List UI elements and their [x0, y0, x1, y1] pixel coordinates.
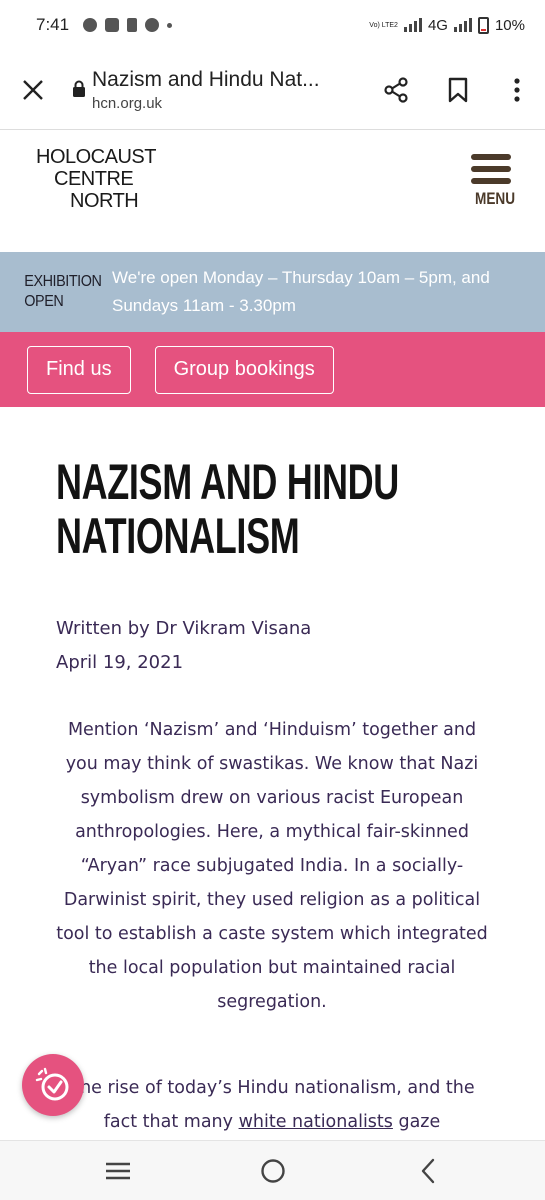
exhibition-label: EXHIBITION: [24, 273, 102, 290]
site-header: HOLOCAUST CENTRE NORTH MENU: [0, 130, 545, 252]
status-bar: 7:41 Vo) LTE2 4G 10%: [0, 0, 545, 50]
exhibition-status: EXHIBITION OPEN: [0, 272, 102, 312]
share-button[interactable]: [365, 50, 427, 130]
whatsapp-icon: [83, 18, 98, 32]
message-icon: [105, 18, 120, 32]
article-byline: Written by Dr Vikram Visana April 19, 20…: [56, 612, 311, 680]
close-tab-button[interactable]: [0, 50, 66, 130]
notification-icons: [83, 18, 173, 32]
status-indicators: Vo) LTE2 4G 10%: [369, 16, 525, 34]
logo-line-2: CENTRE: [54, 168, 134, 190]
close-icon: [23, 79, 43, 100]
page-url: hcn.org.uk: [92, 94, 163, 112]
article-paragraph: Mention ‘Nazism’ and ‘Hinduism’ together…: [56, 720, 488, 1012]
menu-button[interactable]: MENU: [471, 154, 516, 209]
lock-icon[interactable]: [66, 80, 92, 98]
find-us-button[interactable]: Find us: [27, 345, 131, 394]
more-options-button[interactable]: [489, 50, 545, 130]
network-type: 4G: [427, 16, 448, 34]
page-title: Nazism and Hindu Nat...: [92, 67, 320, 91]
recent-apps-button[interactable]: [88, 1141, 148, 1200]
battery-icon: [477, 16, 489, 34]
article: NAZISM AND HINDU NATIONALISM Written by …: [0, 407, 545, 1140]
status-time: 7:41: [36, 15, 70, 34]
home-button[interactable]: [243, 1141, 303, 1200]
signal-icon: [403, 18, 422, 32]
browser-toolbar: Nazism and Hindu Nat... hcn.org.uk: [0, 50, 545, 130]
hamburger-icon: [471, 154, 511, 184]
signal-icon-2: [453, 18, 472, 32]
site-logo[interactable]: HOLOCAUST CENTRE NORTH: [36, 146, 156, 212]
open-label: OPEN: [24, 293, 64, 310]
logo-line-3: NORTH: [70, 190, 139, 212]
facebook-icon: [145, 18, 160, 32]
exhibition-banner: EXHIBITION OPEN We're open Monday – Thur…: [0, 252, 545, 332]
bookmark-button[interactable]: [427, 50, 489, 130]
recent-apps-icon: [105, 1162, 130, 1179]
article-author: Written by Dr Vikram Visana: [56, 618, 312, 639]
more-notifications-icon: [167, 22, 173, 28]
white-nationalists-link[interactable]: white nationalists: [239, 1112, 393, 1132]
battery-level: 10%: [494, 16, 525, 34]
url-area[interactable]: Nazism and Hindu Nat... hcn.org.uk: [92, 68, 365, 112]
article-date: April 19, 2021: [56, 652, 184, 673]
bookmark-icon: [448, 77, 468, 102]
back-icon: [421, 1158, 434, 1183]
alert-icon: [127, 18, 138, 32]
group-bookings-button[interactable]: Group bookings: [154, 345, 334, 394]
opening-hours: We're open Monday – Thursday 10am – 5pm,…: [112, 268, 490, 315]
accessibility-check-icon: [35, 1067, 69, 1101]
volte-indicator: Vo) LTE2: [369, 21, 398, 29]
accessibility-button[interactable]: [22, 1054, 84, 1116]
menu-label: MENU: [475, 189, 516, 208]
quick-actions: Find us Group bookings: [0, 332, 545, 407]
system-nav-bar: [0, 1140, 545, 1200]
home-icon: [260, 1158, 285, 1183]
article-title: NAZISM AND HINDU NATIONALISM: [56, 454, 399, 564]
back-button[interactable]: [398, 1141, 458, 1200]
paragraph-text-end: gaze: [392, 1112, 441, 1132]
article-paragraph-2: The rise of today’s Hindu nationalism, a…: [54, 1071, 490, 1139]
share-icon: [384, 76, 408, 103]
more-vert-icon: [514, 77, 520, 102]
logo-line-1: HOLOCAUST: [36, 146, 156, 168]
